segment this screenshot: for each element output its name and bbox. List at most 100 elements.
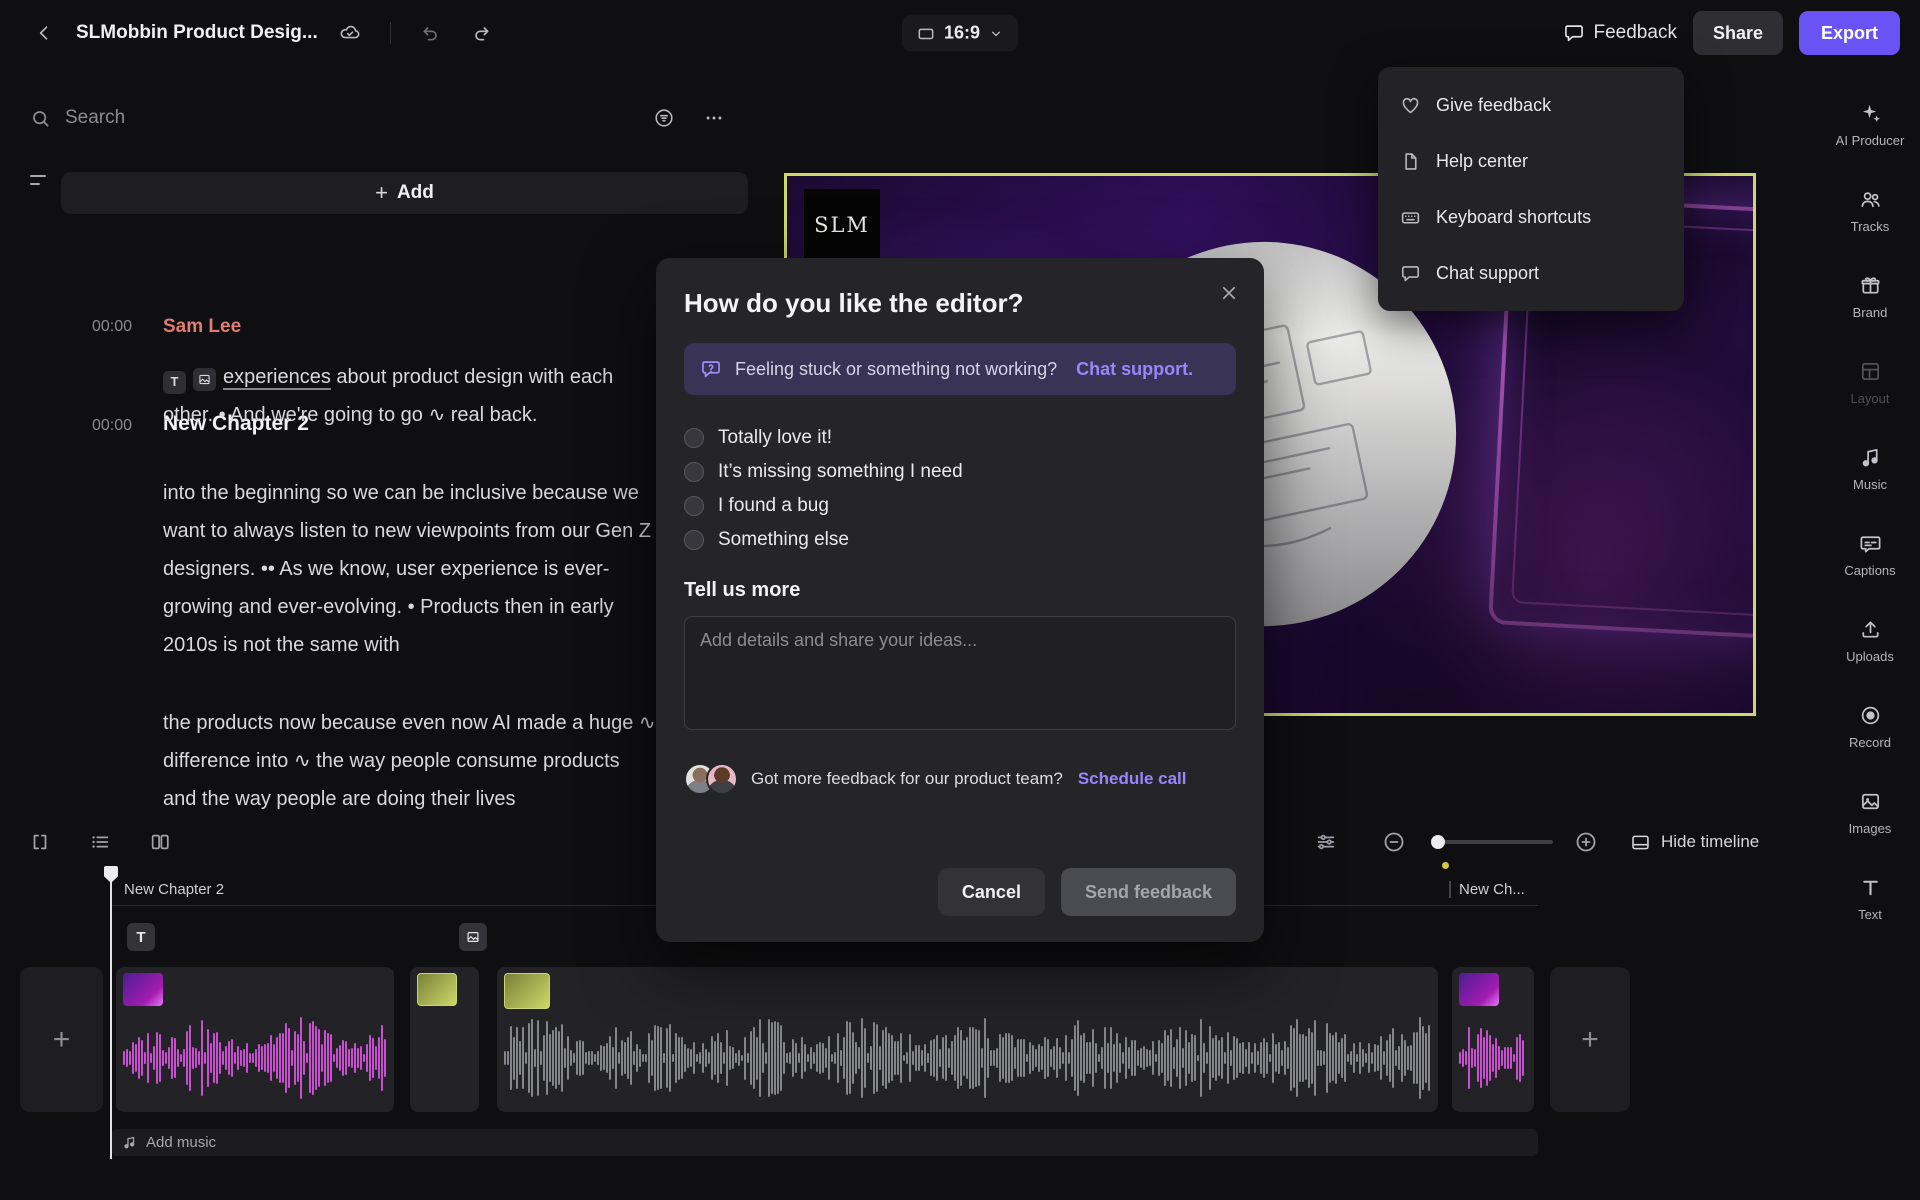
add-content-button[interactable]: + Add — [61, 172, 748, 214]
aspect-ratio-selector[interactable]: 16:9 — [902, 15, 1018, 52]
add-music-button[interactable]: Add music — [111, 1129, 1538, 1156]
redo-button[interactable] — [463, 15, 499, 51]
music-note-icon — [1859, 446, 1882, 469]
radio-icon[interactable] — [684, 428, 704, 448]
sidebar-label: Captions — [1844, 563, 1895, 578]
people-icon — [1859, 188, 1882, 211]
sidebar-item-tracks[interactable]: Tracks — [1820, 168, 1920, 254]
track-list-button[interactable] — [82, 824, 118, 860]
add-clip-right-button[interactable]: + — [1550, 967, 1630, 1112]
sidebar-item-record[interactable]: Record — [1820, 684, 1920, 770]
schedule-call-row: Got more feedback for our product team? … — [684, 763, 1236, 795]
captions-icon — [1859, 532, 1882, 555]
schedule-call-link[interactable]: Schedule call — [1078, 769, 1187, 789]
transcript-panel: + Add 00:00 New Chapter 2 00:00 Sam Lee … — [0, 66, 750, 820]
menu-item-keyboard-shortcuts[interactable]: Keyboard shortcuts — [1378, 189, 1684, 245]
chat-bubble-icon — [1400, 263, 1421, 284]
radio-icon[interactable] — [684, 530, 704, 550]
pages-view-button[interactable] — [142, 824, 178, 860]
share-button[interactable]: Share — [1693, 11, 1783, 55]
sidebar-item-ai-producer[interactable]: AI Producer — [1820, 82, 1920, 168]
feedback-dropdown-menu: Give feedback Help center Keyboard short… — [1378, 67, 1684, 311]
search-input[interactable] — [65, 107, 632, 129]
sidebar-item-uploads[interactable]: Uploads — [1820, 598, 1920, 684]
stuck-banner: Feeling stuck or something not working? … — [684, 343, 1236, 395]
audio-waveform — [504, 1015, 1431, 1101]
playhead-line — [110, 881, 112, 1159]
menu-label: Give feedback — [1436, 95, 1551, 116]
fit-timeline-button[interactable] — [22, 824, 58, 860]
menu-item-chat-support[interactable]: Chat support — [1378, 245, 1684, 301]
fit-brackets-icon — [29, 831, 51, 853]
project-title[interactable]: SLMobbin Product Desig... — [76, 22, 318, 44]
send-feedback-button[interactable]: Send feedback — [1061, 868, 1236, 916]
timeline-clip-3[interactable] — [497, 967, 1438, 1112]
menu-label: Chat support — [1436, 263, 1539, 284]
sidebar-item-captions[interactable]: Captions — [1820, 512, 1920, 598]
ellipsis-icon — [703, 107, 725, 129]
image-icon — [198, 373, 211, 386]
option-missing-something[interactable]: It’s missing something I need — [684, 459, 1236, 485]
back-button[interactable] — [26, 15, 62, 51]
radio-icon[interactable] — [684, 462, 704, 482]
export-button[interactable]: Export — [1799, 11, 1900, 55]
text-marker-badge[interactable]: T — [163, 371, 186, 394]
timeline-clip-1[interactable] — [116, 967, 394, 1112]
list-icon — [89, 831, 111, 853]
sidebar-item-music[interactable]: Music — [1820, 426, 1920, 512]
sidebar-item-images[interactable]: Images — [1820, 770, 1920, 856]
speaker-name[interactable]: Sam Lee — [163, 316, 663, 338]
timeline-text-marker[interactable]: T — [127, 923, 155, 951]
zoom-slider-handle[interactable] — [1431, 835, 1445, 849]
zoom-in-button[interactable] — [1568, 824, 1604, 860]
chapter-marker-2: New Ch... — [1449, 881, 1525, 898]
document-icon — [1400, 151, 1421, 172]
image-marker-badge[interactable] — [193, 368, 216, 391]
sidebar-item-layout[interactable]: Layout — [1820, 340, 1920, 426]
clip-thumbnail — [123, 973, 163, 1006]
menu-label: Keyboard shortcuts — [1436, 207, 1591, 228]
collapse-list-button[interactable] — [30, 170, 54, 190]
clip-thumbnail — [1459, 973, 1499, 1006]
undo-button[interactable] — [413, 15, 449, 51]
timeline-clip-2[interactable] — [410, 967, 479, 1112]
hide-timeline-button[interactable]: Hide timeline — [1630, 824, 1759, 860]
zoom-out-button[interactable] — [1376, 824, 1412, 860]
undo-icon — [421, 23, 441, 43]
sidebar-label: Text — [1858, 907, 1882, 922]
sidebar-item-brand[interactable]: Brand — [1820, 254, 1920, 340]
zoom-slider[interactable] — [1433, 840, 1553, 844]
feedback-button[interactable]: Feedback — [1563, 22, 1677, 44]
add-clip-left-button[interactable]: + — [20, 967, 103, 1112]
highlighted-word[interactable]: experiences — [223, 366, 331, 388]
topbar-divider — [390, 22, 391, 44]
radio-icon[interactable] — [684, 496, 704, 516]
track-options-button[interactable] — [1308, 824, 1344, 860]
transcript-paragraph-2[interactable]: into the beginning so we can be inclusiv… — [163, 474, 658, 664]
layout-icon — [1859, 360, 1882, 383]
feedback-details-textarea[interactable] — [684, 616, 1236, 730]
sidebar-item-text[interactable]: Text — [1820, 856, 1920, 942]
filter-button[interactable] — [646, 100, 682, 136]
modal-close-button[interactable] — [1212, 276, 1246, 310]
option-found-a-bug[interactable]: I found a bug — [684, 493, 1236, 519]
timeline-clip-4[interactable] — [1452, 967, 1534, 1112]
transcript-paragraph-3[interactable]: the products now because even now AI mad… — [163, 704, 658, 818]
audio-waveform — [1459, 1015, 1527, 1101]
record-icon — [1859, 704, 1882, 727]
cancel-button[interactable]: Cancel — [938, 868, 1045, 916]
close-icon — [1220, 284, 1238, 302]
audio-waveform — [123, 1015, 387, 1101]
image-icon — [466, 930, 480, 944]
timeline-image-marker[interactable] — [459, 923, 487, 951]
menu-item-give-feedback[interactable]: Give feedback — [1378, 77, 1684, 133]
more-options-button[interactable] — [696, 100, 732, 136]
sidebar-label: Brand — [1853, 305, 1888, 320]
option-totally-love-it[interactable]: Totally love it! — [684, 425, 1236, 451]
cloud-sync-button[interactable] — [332, 15, 368, 51]
transcript-paragraph-1[interactable]: Texperiences about product design with e… — [163, 358, 658, 434]
menu-item-help-center[interactable]: Help center — [1378, 133, 1684, 189]
sidebar-label: Layout — [1850, 391, 1889, 406]
banner-chat-support-link[interactable]: Chat support. — [1076, 359, 1193, 380]
option-something-else[interactable]: Something else — [684, 527, 1236, 553]
